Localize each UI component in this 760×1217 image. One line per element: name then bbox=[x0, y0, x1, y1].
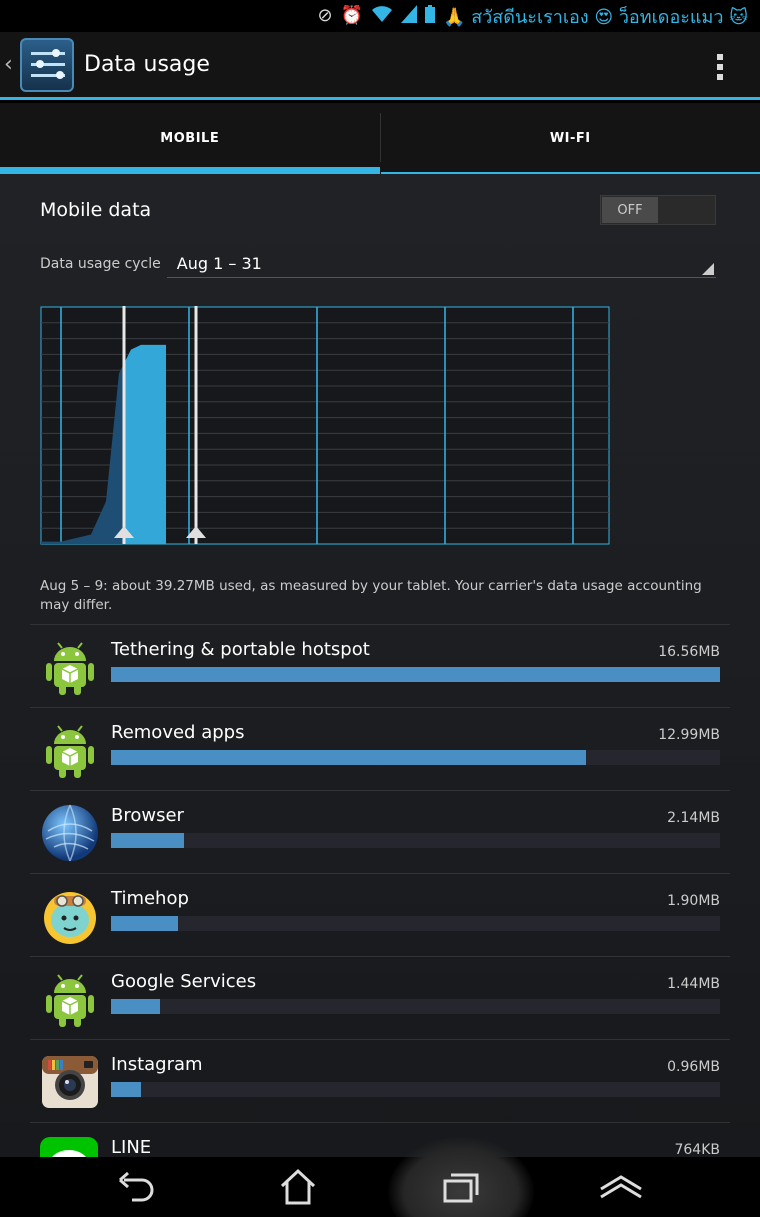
battery-icon bbox=[425, 5, 436, 27]
mobile-data-row[interactable]: Mobile data OFF bbox=[40, 194, 716, 226]
android-icon bbox=[40, 969, 100, 1029]
tab-bar: MOBILE WI-FI bbox=[0, 103, 760, 174]
tab-mobile[interactable]: MOBILE bbox=[0, 103, 380, 174]
app-name: Timehop bbox=[111, 888, 189, 909]
line-icon bbox=[40, 1135, 100, 1157]
instagram-camera-icon bbox=[40, 1052, 100, 1112]
spinner-arrow-icon bbox=[702, 263, 714, 275]
usage-cycle-value: Aug 1 – 31 bbox=[176, 254, 262, 273]
app-name: Tethering & portable hotspot bbox=[111, 639, 370, 660]
toggle-knob: OFF bbox=[602, 197, 658, 223]
usage-area-selected bbox=[124, 344, 166, 544]
usage-bar-track bbox=[111, 1082, 720, 1097]
tab-wifi[interactable]: WI-FI bbox=[380, 103, 760, 174]
alarm-icon: ⏰ bbox=[340, 5, 364, 26]
mobile-data-toggle[interactable]: OFF bbox=[600, 195, 716, 225]
usage-bar-track bbox=[111, 999, 720, 1014]
mute-icon: ⊘ bbox=[317, 5, 333, 26]
app-name: Removed apps bbox=[111, 722, 245, 743]
home-icon[interactable] bbox=[268, 1165, 328, 1209]
overflow-menu-icon[interactable] bbox=[716, 54, 724, 80]
action-bar: ‹ Data usage bbox=[0, 32, 760, 100]
app-name: Instagram bbox=[111, 1054, 203, 1075]
app-data-size: 0.96MB bbox=[667, 1059, 720, 1075]
app-usage-row[interactable]: Google Services 1.44MB bbox=[30, 956, 730, 1039]
usage-bar-fill bbox=[111, 916, 178, 931]
app-usage-row[interactable]: Browser 2.14MB bbox=[30, 790, 730, 873]
usage-bar-track bbox=[111, 750, 720, 765]
usage-bar-track bbox=[111, 916, 720, 931]
app-data-size: 12.99MB bbox=[658, 727, 720, 743]
app-usage-row[interactable]: Timehop 1.90MB bbox=[30, 873, 730, 956]
up-caret-icon[interactable]: ‹ bbox=[4, 52, 18, 77]
usage-chart[interactable] bbox=[40, 306, 610, 546]
usage-cycle-spinner[interactable]: Aug 1 – 31 bbox=[166, 250, 716, 278]
page-title: Data usage bbox=[84, 52, 210, 77]
back-icon[interactable] bbox=[108, 1165, 168, 1209]
timehop-dino-icon bbox=[40, 886, 100, 946]
usage-bar-track bbox=[111, 833, 720, 848]
app-data-size: 764KB bbox=[674, 1142, 720, 1157]
usage-bar-fill bbox=[111, 999, 160, 1014]
usage-bar-fill bbox=[111, 1082, 142, 1097]
recent-apps-icon[interactable] bbox=[431, 1165, 491, 1209]
app-data-size: 2.14MB bbox=[667, 810, 720, 826]
notification-ticker: 🙏 สวัสดีนะเราเอง 😍 ว็อทเดอะแมว 🐱 bbox=[443, 6, 748, 28]
mobile-data-label: Mobile data bbox=[40, 199, 152, 221]
app-usage-row[interactable]: LINE 764KB bbox=[30, 1122, 730, 1157]
globe-icon bbox=[40, 803, 100, 863]
menu-up-icon[interactable] bbox=[591, 1165, 651, 1209]
app-usage-row[interactable]: Instagram 0.96MB bbox=[30, 1039, 730, 1122]
app-name: Google Services bbox=[111, 971, 257, 992]
app-usage-row[interactable]: Tethering & portable hotspot 16.56MB bbox=[30, 624, 730, 707]
app-data-size: 1.44MB bbox=[667, 976, 720, 992]
usage-cycle-label: Data usage cycle bbox=[40, 256, 161, 272]
app-usage-list: Tethering & portable hotspot 16.56MB Remov… bbox=[30, 624, 730, 1157]
signal-icon bbox=[401, 5, 418, 27]
app-data-size: 16.56MB bbox=[658, 644, 720, 660]
usage-bar-fill bbox=[111, 833, 185, 848]
app-name: Browser bbox=[111, 805, 184, 826]
settings-sliders-icon[interactable] bbox=[20, 37, 74, 92]
usage-cycle-row: Data usage cycle Aug 1 – 31 bbox=[40, 250, 716, 278]
usage-summary: Aug 5 – 9: about 39.27MB used, as measur… bbox=[40, 578, 702, 613]
usage-bar-track bbox=[111, 667, 720, 682]
wifi-icon bbox=[371, 5, 393, 27]
android-icon bbox=[40, 720, 100, 780]
app-name: LINE bbox=[111, 1137, 152, 1157]
app-data-size: 1.90MB bbox=[667, 893, 720, 909]
navigation-bar bbox=[0, 1137, 760, 1217]
content-panel: Mobile data OFF Data usage cycle Aug 1 –… bbox=[0, 174, 760, 1157]
usage-bar-fill bbox=[111, 750, 587, 765]
usage-bar-fill bbox=[111, 667, 720, 682]
android-icon bbox=[40, 637, 100, 697]
status-bar: ⊘ ⏰ 🙏 สวัสดีนะเราเอง 😍 ว็อทเดอะแมว 🐱 bbox=[0, 0, 760, 32]
app-usage-row[interactable]: Removed apps 12.99MB bbox=[30, 707, 730, 790]
